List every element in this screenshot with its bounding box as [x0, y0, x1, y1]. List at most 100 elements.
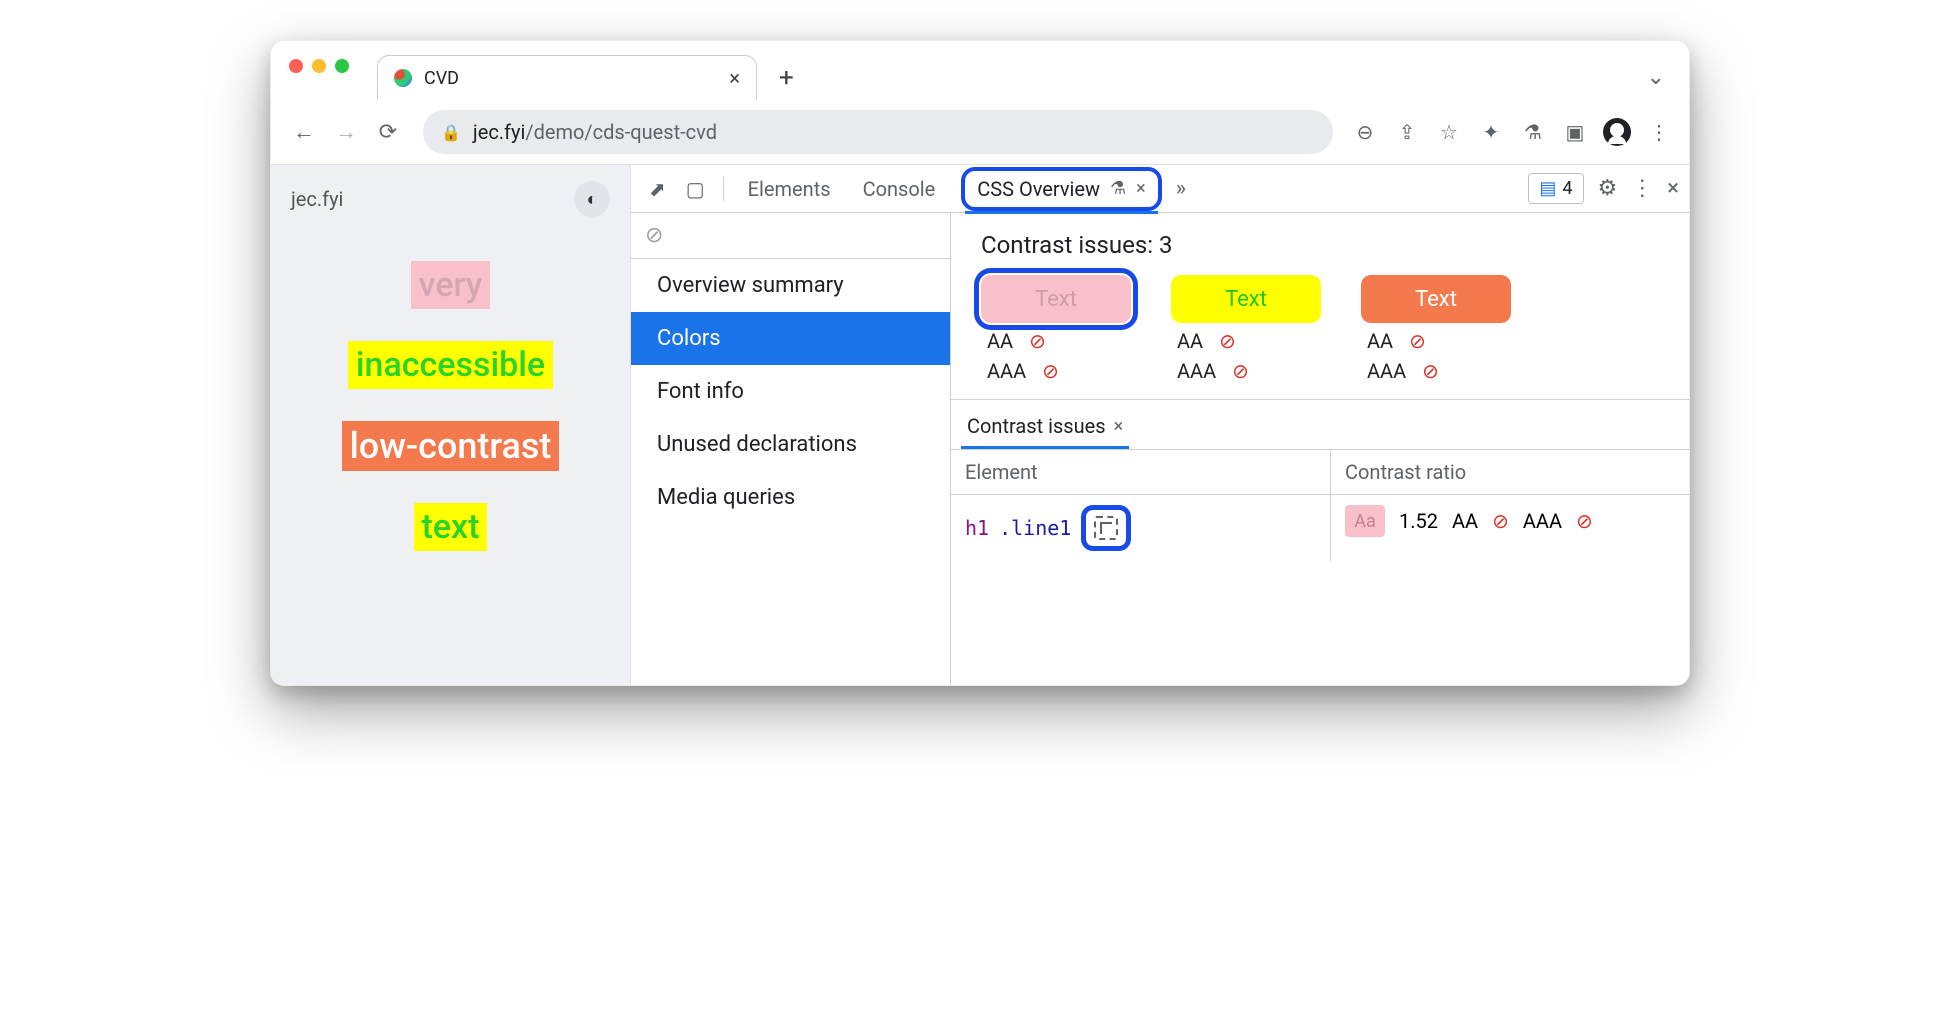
close-panel-icon[interactable]: × [1136, 178, 1146, 199]
contrast-swatch-1[interactable]: Text [981, 275, 1131, 323]
site-label: jec.fyi [291, 187, 343, 211]
sidepanel-icon[interactable]: ▣ [1561, 120, 1589, 144]
page-viewport: jec.fyi ◐ very inaccessible low-contrast… [271, 165, 631, 685]
demo-text-4: text [414, 503, 488, 551]
demo-text-1: very [411, 261, 491, 309]
flask-icon: ⚗ [1110, 178, 1126, 199]
rating-aa-1: AA⊘ [981, 329, 1131, 353]
devtools-tabbar: ⬈ ▢ Elements Console CSS Overview ⚗ × » … [631, 165, 1689, 213]
contrast-heading: Contrast issues: 3 [951, 213, 1689, 271]
active-tab-underline [965, 211, 1158, 214]
nav-media-queries[interactable]: Media queries [631, 471, 950, 524]
rating-aa-3: AA⊘ [1361, 329, 1511, 353]
active-tab[interactable]: CVD × [377, 55, 757, 100]
lock-icon: 🔒 [441, 123, 461, 142]
labs-icon[interactable]: ⚗ [1519, 120, 1547, 144]
page-header: jec.fyi ◐ [271, 165, 630, 233]
rating-aaa-2: AAA⊘ [1171, 359, 1321, 383]
url-host: jec.fyi [473, 120, 525, 144]
more-tabs-button[interactable]: » [1166, 176, 1196, 201]
swatch-block-3: Text AA⊘ AAA⊘ [1361, 275, 1511, 383]
clear-icon[interactable]: ⊘ [645, 223, 663, 248]
tab-console[interactable]: Console [849, 167, 950, 211]
device-toolbar-icon[interactable]: ▢ [678, 177, 713, 201]
ratio-aaa-label: AAA [1523, 509, 1562, 533]
profile-icon[interactable] [1603, 118, 1631, 146]
aa-preview-badge: Aa [1345, 505, 1385, 537]
element-class: .line1 [999, 516, 1071, 540]
demo-text-2: inaccessible [348, 341, 553, 389]
extensions-icon[interactable]: ✦ [1477, 120, 1505, 144]
drawer-table: Element h1.line1 Contrast ratio [951, 449, 1689, 561]
devtools-close-icon[interactable]: × [1667, 176, 1679, 201]
ban-icon: ⊘ [1422, 359, 1439, 383]
ban-icon: ⊘ [1409, 329, 1426, 353]
demo-text-3: low-contrast [342, 421, 560, 471]
element-tag: h1 [965, 516, 989, 540]
contrast-swatch-3[interactable]: Text [1361, 275, 1511, 323]
contrast-ratio-value: 1.52 [1399, 509, 1438, 533]
address-bar[interactable]: 🔒 jec.fyi/demo/cds-quest-cvd [423, 110, 1333, 154]
issues-icon: ▤ [1539, 178, 1556, 199]
nav-overview-summary[interactable]: Overview summary [631, 259, 950, 312]
css-overview-nav: Overview summary Colors Font info Unused… [631, 259, 950, 524]
settings-gear-icon[interactable]: ⚙ [1598, 176, 1618, 201]
ban-icon: ⊘ [1042, 359, 1059, 383]
css-overview-sidebar: ⊘ Overview summary Colors Font info Unus… [631, 213, 951, 685]
nav-unused-declarations[interactable]: Unused declarations [631, 418, 950, 471]
url-text: jec.fyi/demo/cds-quest-cvd [473, 120, 717, 144]
ban-icon: ⊘ [1232, 359, 1249, 383]
toolbar-right: ⊖ ⇪ ☆ ✦ ⚗ ▣ ⋮ [1351, 118, 1673, 146]
zoom-out-icon[interactable]: ⊖ [1351, 120, 1379, 144]
col-element: Element h1.line1 [951, 450, 1331, 561]
col-contrast-ratio: Contrast ratio Aa 1.52 AA ⊘ AAA ⊘ [1331, 450, 1689, 561]
window-minimize-button[interactable] [312, 59, 326, 73]
chrome-menu-button[interactable]: ⋮ [1645, 120, 1673, 144]
content-area: jec.fyi ◐ very inaccessible low-contrast… [271, 165, 1689, 685]
devtools-body: ⊘ Overview summary Colors Font info Unus… [631, 213, 1689, 685]
separator [723, 177, 724, 201]
swatch-block-2: Text AA⊘ AAA⊘ [1171, 275, 1321, 383]
ratio-aa-label: AA [1452, 509, 1478, 533]
contrast-swatch-2[interactable]: Text [1171, 275, 1321, 323]
rating-aa-2: AA⊘ [1171, 329, 1321, 353]
close-tab-button[interactable]: × [729, 66, 740, 90]
ban-icon: ⊘ [1029, 329, 1046, 353]
browser-window: CVD × + ⌄ ← → ⟳ 🔒 jec.fyi/demo/cds-quest… [270, 40, 1690, 686]
dark-mode-toggle[interactable]: ◐ [574, 181, 610, 217]
tab-css-overview[interactable]: CSS Overview ⚗ × [961, 167, 1162, 211]
new-tab-button[interactable]: + [779, 63, 794, 93]
ban-icon: ⊘ [1492, 509, 1509, 533]
sidebar-top: ⊘ [631, 213, 950, 259]
browser-toolbar: ← → ⟳ 🔒 jec.fyi/demo/cds-quest-cvd ⊖ ⇪ ☆… [271, 100, 1689, 165]
back-button[interactable]: ← [287, 115, 321, 149]
reveal-in-elements-button[interactable] [1081, 505, 1131, 551]
devtools-menu-icon[interactable]: ⋮ [1631, 176, 1653, 201]
tab-title: CVD [424, 68, 459, 89]
pointer-icon [1094, 516, 1118, 540]
tab-css-overview-label: CSS Overview [977, 177, 1100, 201]
issues-count: 4 [1562, 178, 1572, 199]
forward-button[interactable]: → [329, 115, 363, 149]
close-drawer-tab-icon[interactable]: × [1114, 416, 1124, 437]
nav-colors[interactable]: Colors [631, 312, 950, 365]
rating-aaa-3: AAA⊘ [1361, 359, 1511, 383]
nav-font-info[interactable]: Font info [631, 365, 950, 418]
drawer-tab-contrast-issues[interactable]: Contrast issues × [961, 406, 1129, 449]
window-controls [289, 59, 349, 73]
favicon-icon [394, 69, 412, 87]
star-icon[interactable]: ☆ [1435, 120, 1463, 144]
inspect-element-icon[interactable]: ⬈ [641, 177, 674, 201]
issues-badge[interactable]: ▤ 4 [1528, 173, 1583, 204]
tab-elements[interactable]: Elements [734, 167, 845, 211]
reload-button[interactable]: ⟳ [371, 115, 405, 149]
col-ratio-header: Contrast ratio [1331, 450, 1689, 495]
window-close-button[interactable] [289, 59, 303, 73]
table-row[interactable]: h1 .line1 [951, 495, 1330, 561]
ban-icon: ⊘ [1219, 329, 1236, 353]
share-icon[interactable]: ⇪ [1393, 120, 1421, 144]
contrast-drawer: Contrast issues × Element h1.line1 [951, 399, 1689, 561]
title-bar: CVD × + ⌄ [271, 41, 1689, 100]
tabs-dropdown-button[interactable]: ⌄ [1647, 65, 1665, 90]
window-fullscreen-button[interactable] [335, 59, 349, 73]
